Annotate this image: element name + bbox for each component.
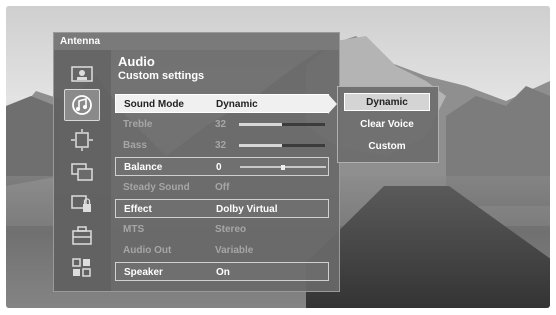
setting-value: 32 — [215, 140, 227, 151]
setting-row-treble[interactable]: Treble 32 — [115, 115, 329, 134]
setting-value: 0 — [216, 162, 222, 173]
setting-label: Steady Sound — [123, 182, 190, 193]
menu-title: Audio — [118, 54, 155, 69]
setting-value: Off — [215, 182, 230, 193]
option-custom[interactable]: Custom — [344, 138, 430, 156]
setting-label: Audio Out — [123, 245, 172, 256]
option-dynamic[interactable]: Dynamic — [344, 93, 430, 111]
setting-value: Dolby Virtual — [216, 204, 278, 215]
setting-label: Speaker — [124, 267, 163, 278]
bass-slider[interactable] — [239, 144, 325, 147]
setting-label: Effect — [124, 204, 152, 215]
setting-row-effect[interactable]: Effect Dolby Virtual — [115, 199, 329, 218]
display-icon[interactable] — [70, 161, 94, 183]
option-clear-voice[interactable]: Clear Voice — [344, 116, 430, 134]
setting-row-mts[interactable]: MTS Stereo — [115, 220, 329, 239]
setting-value: 32 — [215, 119, 227, 130]
audio-icon[interactable] — [64, 89, 100, 121]
setup-icon[interactable] — [70, 225, 94, 247]
setting-value: Stereo — [215, 224, 247, 235]
setting-label: MTS — [123, 224, 145, 235]
sound-mode-dropdown: Dynamic Clear Voice Custom — [337, 86, 439, 163]
panel-title: Antenna — [54, 33, 339, 50]
treble-slider[interactable] — [239, 123, 325, 126]
setting-row-speaker[interactable]: Speaker On — [115, 262, 329, 281]
lock-icon[interactable] — [70, 193, 94, 215]
channel-icon[interactable] — [70, 129, 94, 151]
setting-label: Sound Mode — [124, 99, 184, 110]
apps-icon[interactable] — [70, 257, 94, 279]
setting-row-sound-mode[interactable]: Sound Mode Dynamic — [115, 94, 329, 113]
setting-value: Dynamic — [216, 99, 258, 110]
setting-row-bass[interactable]: Bass 32 — [115, 136, 329, 155]
balance-slider[interactable] — [240, 165, 326, 170]
setting-label: Balance — [124, 162, 163, 173]
setting-row-balance[interactable]: Balance 0 — [115, 157, 329, 176]
setting-value: Variable — [215, 245, 254, 256]
submenu-arrow-icon — [328, 94, 337, 114]
setting-row-steady-sound[interactable]: Steady Sound Off — [115, 178, 329, 197]
setting-value: On — [216, 267, 230, 278]
menu-subtitle: Custom settings — [118, 70, 205, 82]
settings-panel: Antenna Audio Custom settings Sound Mode… — [53, 32, 340, 292]
setting-label: Treble — [123, 119, 153, 130]
menu-heading: Audio Custom settings — [118, 55, 204, 83]
setting-row-audio-out[interactable]: Audio Out Variable — [115, 241, 329, 260]
balance-slider-thumb[interactable] — [281, 165, 285, 170]
picture-icon[interactable] — [70, 63, 94, 85]
setting-label: Bass — [123, 140, 147, 151]
